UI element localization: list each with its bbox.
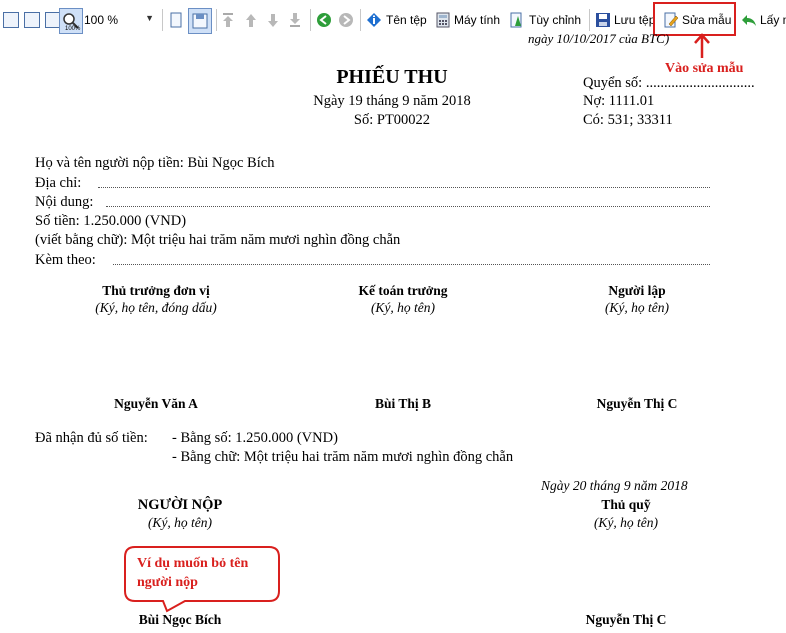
director-note: (Ký, họ tên, đóng dấu) <box>95 300 217 315</box>
zoom-badge: 100% <box>65 26 81 32</box>
cashier-title: Thủ quỹ <box>601 497 651 512</box>
edit-template-label: Sửa mẫu <box>682 13 732 27</box>
received-label: Đã nhận đủ số tiền: <box>35 430 148 446</box>
customize-button[interactable]: Tùy chỉnh <box>509 10 581 30</box>
customize-label: Tùy chỉnh <box>529 13 582 27</box>
accountant-title: Kế toán trưởng <box>358 283 448 298</box>
next-page-button[interactable] <box>265 10 281 30</box>
page-margins-icon <box>3 12 19 28</box>
customize-icon <box>510 12 522 28</box>
footer-date: Ngày 20 tháng 9 năm 2018 <box>541 478 688 493</box>
info-diamond-icon <box>367 13 381 27</box>
credit-account: Có: 531; 33311 <box>583 112 673 128</box>
callout-line-2: người nộp <box>137 575 198 590</box>
file-name-label: Tên tệp <box>386 13 427 27</box>
payer-note: (Ký, họ tên) <box>147 515 213 530</box>
toolbar-separator <box>162 9 163 31</box>
forward-arrow-icon <box>339 13 353 27</box>
receipt-title: PHIẾU THU <box>336 66 448 88</box>
toolbar-separator <box>360 9 361 31</box>
fit-width-button[interactable] <box>24 10 40 30</box>
save-file-label: Lưu tệp <box>614 13 656 27</box>
floppy-disk-icon <box>596 13 610 27</box>
forward-button[interactable] <box>338 10 354 30</box>
edit-document-icon <box>664 12 679 28</box>
payer-name: Bùi Ngọc Bích <box>138 612 222 627</box>
back-button[interactable] <box>316 10 332 30</box>
page-margins-button[interactable] <box>3 10 19 30</box>
address-label: Địa chỉ: <box>35 175 82 191</box>
calculator-button[interactable]: Máy tính <box>436 10 500 30</box>
arrow-down-icon <box>268 14 278 27</box>
director-name: Nguyễn Văn A <box>114 396 198 411</box>
calculator-icon <box>436 12 450 28</box>
get-template-button[interactable]: Lấy m <box>741 10 786 30</box>
save-file-button[interactable]: Lưu tệp <box>595 10 655 30</box>
cashier-name: Nguyễn Thị C <box>585 612 667 627</box>
toolbar-separator <box>589 9 590 31</box>
red-arrow-icon <box>694 33 710 58</box>
content-dots <box>106 206 710 207</box>
zoom-select[interactable]: 100 % ▼ <box>80 11 156 29</box>
legal-reference-note: ngày 10/10/2017 của BTC) <box>528 31 670 46</box>
accountant-name: Bùi Thị B <box>374 396 432 411</box>
content-label: Nội dung: <box>35 194 94 210</box>
received-by-words: - Bằng chữ: Một triệu hai trăm năm mươi … <box>172 449 514 465</box>
received-by-number: - Bằng số: 1.250.000 (VND) <box>172 430 338 446</box>
accountant-note: (Ký, họ tên) <box>370 300 436 315</box>
last-page-icon <box>290 13 300 27</box>
zoom-value: 100 % <box>84 13 119 27</box>
single-page-button[interactable] <box>168 10 184 30</box>
amount-in-words: (viết bằng chữ): Một triệu hai trăm năm … <box>35 232 401 248</box>
preparer-title: Người lập <box>608 283 666 298</box>
callout-line-1: Ví dụ muốn bỏ tên <box>137 556 249 571</box>
toolbar-separator <box>310 9 311 31</box>
get-template-label: Lấy m <box>760 13 786 27</box>
edit-template-button[interactable]: Sửa mẫu <box>663 10 731 30</box>
first-page-button[interactable] <box>220 10 236 30</box>
attached-label: Kèm theo: <box>35 252 96 268</box>
address-dots <box>98 187 710 188</box>
cashier-note: (Ký, họ tên) <box>593 515 659 530</box>
first-page-icon <box>223 13 233 27</box>
calculator-label: Máy tính <box>454 13 501 27</box>
receipt-number: Số: PT00022 <box>353 112 431 128</box>
debit-account: Nợ: 1111.01 <box>583 93 655 109</box>
payer-line: Họ và tên người nộp tiền: Bùi Ngọc Bích <box>35 155 275 171</box>
amount-line: Số tiền: 1.250.000 (VND) <box>35 213 187 229</box>
last-page-button[interactable] <box>287 10 303 30</box>
attached-dots <box>113 264 710 265</box>
two-page-icon <box>192 13 208 29</box>
payer-title: NGƯỜI NỘP <box>137 497 223 513</box>
back-arrow-icon <box>317 13 331 27</box>
two-page-button[interactable] <box>188 8 212 34</box>
undo-arrow-icon <box>742 15 756 26</box>
fit-width-icon <box>24 12 40 28</box>
director-title: Thủ trưởng đơn vị <box>102 283 210 298</box>
receipt-date: Ngày 19 tháng 9 năm 2018 <box>313 93 471 109</box>
prev-page-button[interactable] <box>243 10 259 30</box>
arrow-up-icon <box>246 14 256 27</box>
file-name-button[interactable]: Tên tệp <box>366 10 427 30</box>
preparer-name: Nguyễn Thị C <box>596 396 678 411</box>
toolbar-separator <box>216 9 217 31</box>
page-icon <box>170 12 182 28</box>
preparer-note: (Ký, họ tên) <box>604 300 670 315</box>
book-number: Quyển số: .............................. <box>583 75 755 91</box>
chevron-down-icon: ▼ <box>145 13 154 23</box>
